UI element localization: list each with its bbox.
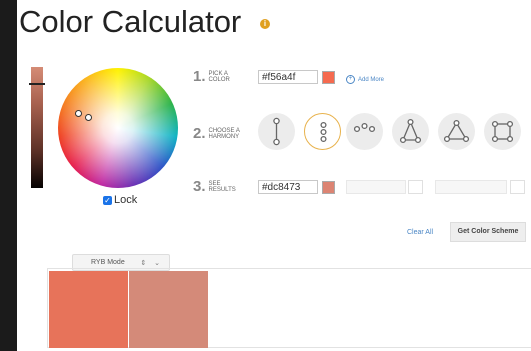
lock-label: Lock [114, 194, 138, 206]
step-pick: 1. PICK A COLOR [193, 68, 230, 85]
step-results: 3. SEE RESULTS [193, 178, 236, 195]
palette-swatch-2[interactable] [129, 271, 208, 348]
lightness-slider[interactable] [29, 67, 45, 188]
wheel-handle-secondary[interactable] [85, 114, 92, 121]
lock-checkbox-icon[interactable]: ✓ [103, 195, 112, 205]
slider-handle[interactable] [29, 83, 45, 85]
info-icon[interactable]: i [260, 19, 270, 29]
result-slot-3-swatch[interactable] [510, 180, 525, 194]
step-number: 3. [193, 178, 206, 195]
page-title: Color Calculator [19, 4, 242, 39]
result-slot-2-swatch[interactable] [408, 180, 423, 194]
result-hex-input[interactable]: #dc8473 [258, 180, 318, 194]
lock-toggle[interactable]: ✓ Lock [103, 194, 137, 206]
harmony-tetrad-icon[interactable] [484, 113, 521, 150]
pick-hex-input[interactable]: #f56a4f [258, 70, 318, 84]
result-slot-2[interactable] [346, 180, 406, 194]
harmony-analogous-icon[interactable] [346, 113, 383, 150]
step-label: CHOOSE A HARMONY [208, 127, 240, 140]
add-more-label: Add More [358, 76, 385, 83]
harmony-triad-icon[interactable] [438, 113, 475, 150]
pick-color-swatch[interactable] [322, 71, 335, 84]
result-color-swatch[interactable] [322, 181, 335, 194]
plus-icon: + [346, 75, 355, 84]
mode-select-value: RYB Mode [91, 259, 125, 266]
select-arrows-icon: ⇕ ⌄ [140, 259, 163, 267]
harmony-complementary-icon[interactable] [258, 113, 295, 150]
color-wheel[interactable] [58, 68, 178, 188]
wheel-handle-primary[interactable] [75, 110, 82, 117]
step-harmony: 2. CHOOSE A HARMONY [193, 125, 240, 142]
harmony-monochromatic-icon[interactable] [304, 113, 341, 150]
color-calculator-panel: Color Calculator i ✓ Lock RYB Mode ⇕ ⌄ 1… [17, 0, 531, 351]
color-palette [47, 268, 531, 348]
result-slot-3[interactable] [435, 180, 507, 194]
harmony-split-complementary-icon[interactable] [392, 113, 429, 150]
step-label: SEE RESULTS [208, 180, 236, 193]
add-more-link[interactable]: + Add More [346, 75, 384, 84]
step-number: 1. [193, 68, 206, 85]
step-number: 2. [193, 125, 206, 142]
step-label: PICK A COLOR [208, 70, 230, 83]
clear-all-link[interactable]: Clear All [407, 229, 433, 236]
get-color-scheme-button[interactable]: Get Color Scheme [450, 222, 526, 242]
palette-swatch-1[interactable] [49, 271, 128, 348]
